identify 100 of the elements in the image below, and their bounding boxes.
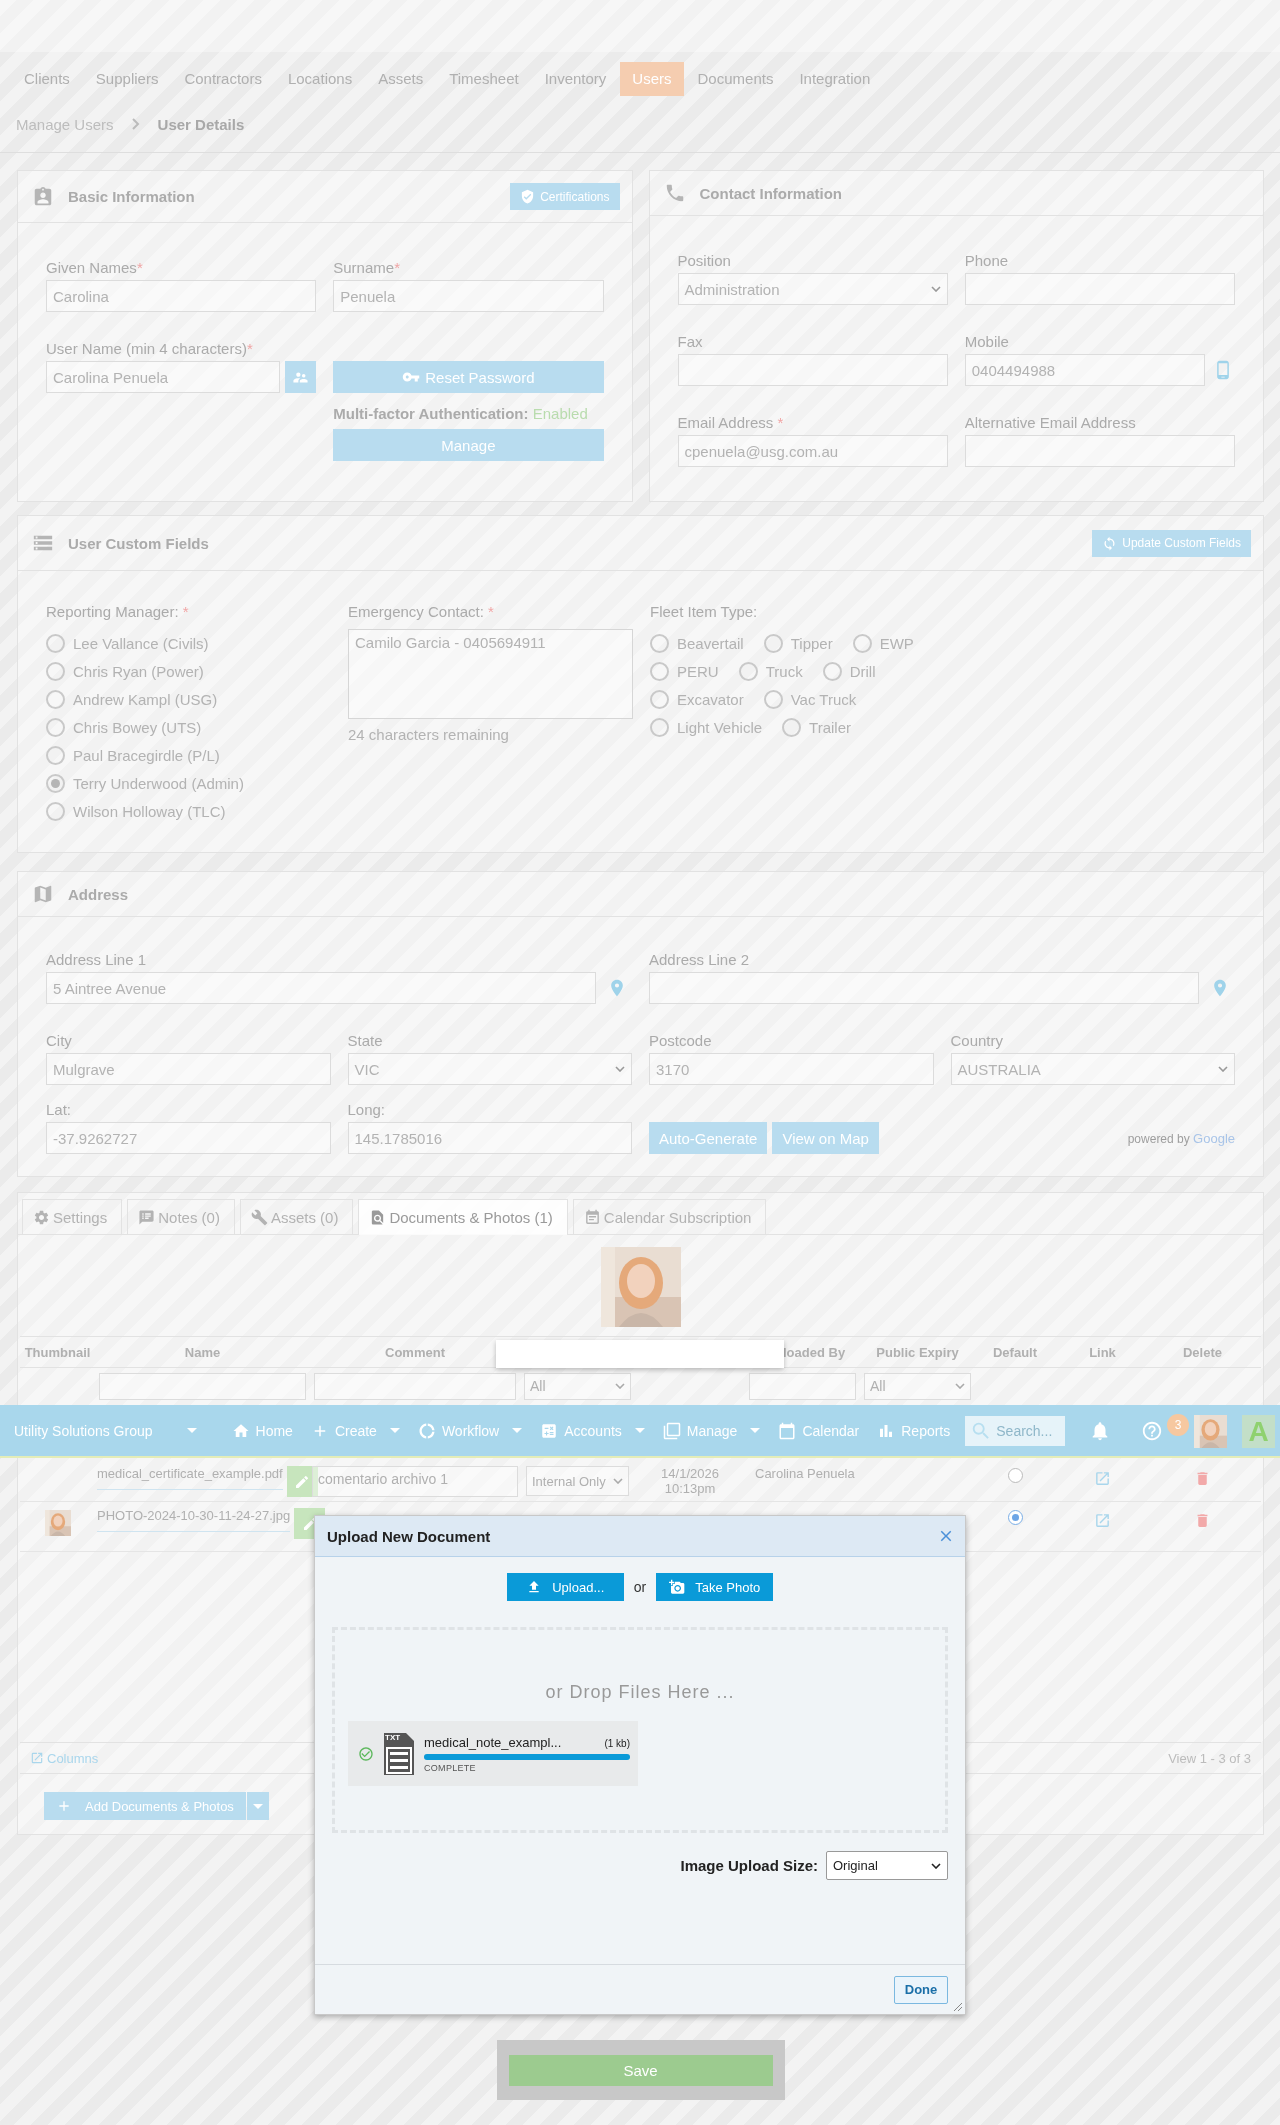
radio-label: Paul Bracegirdle (P/L) bbox=[73, 746, 220, 764]
radio-button[interactable] bbox=[650, 633, 669, 653]
text-field[interactable]: cpenuela@usg.com.au bbox=[677, 435, 948, 467]
filter-field[interactable] bbox=[314, 1372, 516, 1400]
text-field[interactable]: 5 Aintree Avenue bbox=[46, 972, 596, 1004]
default-radio[interactable] bbox=[1007, 1468, 1023, 1483]
text-field[interactable] bbox=[649, 972, 1199, 1004]
view-on-map-button[interactable]: View on Map bbox=[772, 1122, 879, 1154]
map-icon bbox=[32, 883, 54, 905]
nav-tab[interactable]: Clients bbox=[12, 62, 82, 96]
text-field[interactable] bbox=[964, 435, 1235, 467]
dropdown-toggle-button[interactable] bbox=[246, 1792, 269, 1820]
nav-menu-item[interactable]: Workflow bbox=[408, 1421, 532, 1440]
radio-button[interactable] bbox=[46, 745, 65, 765]
radio-button[interactable] bbox=[763, 633, 783, 653]
nav-tab[interactable]: Inventory bbox=[532, 62, 619, 96]
nav-menu-item[interactable]: Manage bbox=[653, 1421, 770, 1440]
text-field[interactable]: 3170 bbox=[649, 1053, 934, 1085]
select-field[interactable]: Administration bbox=[677, 273, 948, 305]
select-field[interactable]: AUSTRALIA bbox=[950, 1053, 1235, 1085]
radio-button[interactable] bbox=[650, 717, 669, 737]
upload-button[interactable]: Upload... bbox=[506, 1573, 624, 1601]
nav-tab[interactable]: Documents bbox=[685, 62, 786, 96]
nav-tab[interactable]: Contractors bbox=[172, 62, 274, 96]
resize-handle-icon[interactable] bbox=[953, 2002, 963, 2012]
tab[interactable]: Calendar Subscription bbox=[572, 1199, 767, 1235]
text-field[interactable]: -37.9262727 bbox=[46, 1122, 331, 1154]
text-field[interactable]: 0404494988 bbox=[964, 354, 1205, 386]
radio-button[interactable] bbox=[46, 633, 65, 653]
text-field[interactable]: Mulgrave bbox=[46, 1053, 331, 1085]
update-custom-fields-button[interactable]: Update Custom Fields bbox=[1092, 529, 1251, 557]
filter-field[interactable] bbox=[99, 1372, 306, 1400]
visibility-select[interactable]: Internal Only bbox=[526, 1466, 629, 1496]
add-documents-button[interactable]: Add Documents & Photos bbox=[44, 1792, 246, 1820]
attribution-text: powered by Google bbox=[1127, 1131, 1235, 1146]
auto-generate-button[interactable]: Auto-Generate bbox=[649, 1122, 768, 1154]
comment-field[interactable]: comentario archivo 1 bbox=[312, 1466, 518, 1497]
radio-button[interactable] bbox=[852, 633, 872, 653]
nav-tab[interactable]: Timesheet bbox=[437, 62, 531, 96]
external-link-icon[interactable] bbox=[1094, 1512, 1111, 1529]
emergency-contact-field[interactable]: Camilo Garcia - 0405694911 bbox=[348, 629, 633, 719]
tab[interactable]: Settings bbox=[22, 1199, 123, 1235]
nav-menu-item[interactable]: Reports bbox=[868, 1421, 960, 1440]
image-size-select[interactable]: Original bbox=[826, 1851, 948, 1880]
search-field[interactable]: Search... bbox=[965, 1415, 1066, 1446]
field-label: Position bbox=[677, 252, 732, 270]
columns-link[interactable]: Columns bbox=[30, 1750, 99, 1766]
user-name-field[interactable]: Carolina Penuela bbox=[46, 361, 281, 393]
radio-button[interactable] bbox=[650, 689, 669, 709]
radio-button[interactable] bbox=[46, 801, 65, 821]
filter-select[interactable]: All bbox=[864, 1372, 971, 1400]
stacked-squares-icon bbox=[662, 1421, 681, 1440]
radio-button[interactable] bbox=[46, 661, 65, 681]
radio-button[interactable] bbox=[46, 773, 65, 793]
nav-menu-item[interactable]: Home bbox=[222, 1421, 302, 1440]
radio-button[interactable] bbox=[46, 717, 65, 737]
text-field[interactable]: 145.1785016 bbox=[347, 1122, 632, 1154]
take-photo-button[interactable]: Take Photo bbox=[656, 1573, 774, 1601]
radio-button[interactable] bbox=[822, 661, 842, 681]
save-button[interactable]: Save bbox=[508, 2054, 773, 2086]
nav-tab[interactable]: Assets bbox=[366, 62, 436, 96]
text-field[interactable] bbox=[964, 273, 1235, 305]
breadcrumb-current: User Details bbox=[157, 115, 245, 133]
select-field[interactable]: VIC bbox=[347, 1053, 632, 1085]
filter-select[interactable]: All bbox=[524, 1372, 631, 1400]
external-link-icon[interactable] bbox=[1094, 1470, 1111, 1487]
text-field[interactable] bbox=[677, 354, 948, 386]
radio-button[interactable] bbox=[738, 661, 758, 681]
radio-button[interactable] bbox=[650, 661, 669, 681]
nav-tab[interactable]: Locations bbox=[275, 62, 365, 96]
nav-tab[interactable]: Suppliers bbox=[83, 62, 171, 96]
drop-zone[interactable]: or Drop Files Here ... TXT medical_note_exampl... (1 kb) COMPLETE bbox=[332, 1627, 948, 1833]
nav-tab[interactable]: Users bbox=[620, 62, 684, 96]
column-header: Delete bbox=[1182, 1344, 1223, 1360]
surname-field[interactable]: Penuela bbox=[333, 280, 604, 312]
wrench-icon bbox=[250, 1209, 268, 1226]
tab[interactable]: Notes (0) bbox=[127, 1199, 235, 1235]
organisation-menu[interactable]: Utility Solutions Group bbox=[14, 1422, 197, 1439]
characters-remaining-text: 24 characters remaining bbox=[348, 726, 510, 743]
default-radio[interactable] bbox=[1007, 1510, 1023, 1525]
nav-menu-item[interactable]: Calendar bbox=[769, 1421, 869, 1440]
nav-tab[interactable]: Integration bbox=[787, 62, 883, 96]
manage-button[interactable]: Manage bbox=[333, 429, 604, 461]
given-names-field[interactable]: Carolina bbox=[46, 280, 317, 312]
tab[interactable]: Assets (0) bbox=[239, 1199, 354, 1235]
tab[interactable]: Documents & Photos (1) bbox=[358, 1199, 568, 1235]
upload-date: 14/1/2026 10:13pm bbox=[660, 1466, 720, 1496]
done-button[interactable]: Done bbox=[894, 1975, 948, 2004]
user-lookup-button[interactable] bbox=[285, 361, 317, 393]
radio-button[interactable] bbox=[46, 689, 65, 709]
help-icon[interactable] bbox=[1141, 1419, 1164, 1442]
nav-menu-item[interactable]: Create bbox=[301, 1421, 409, 1440]
radio-button[interactable] bbox=[763, 689, 783, 709]
nav-menu-item[interactable]: Accounts bbox=[531, 1421, 654, 1440]
filter-field[interactable] bbox=[749, 1372, 856, 1400]
reset-password-button[interactable]: Reset Password bbox=[333, 361, 604, 393]
field-label: Alternative Email Address bbox=[964, 414, 1137, 432]
certifications-button[interactable]: Certifications bbox=[510, 183, 620, 210]
edit-button[interactable] bbox=[286, 1466, 318, 1497]
radio-button[interactable] bbox=[782, 717, 802, 737]
